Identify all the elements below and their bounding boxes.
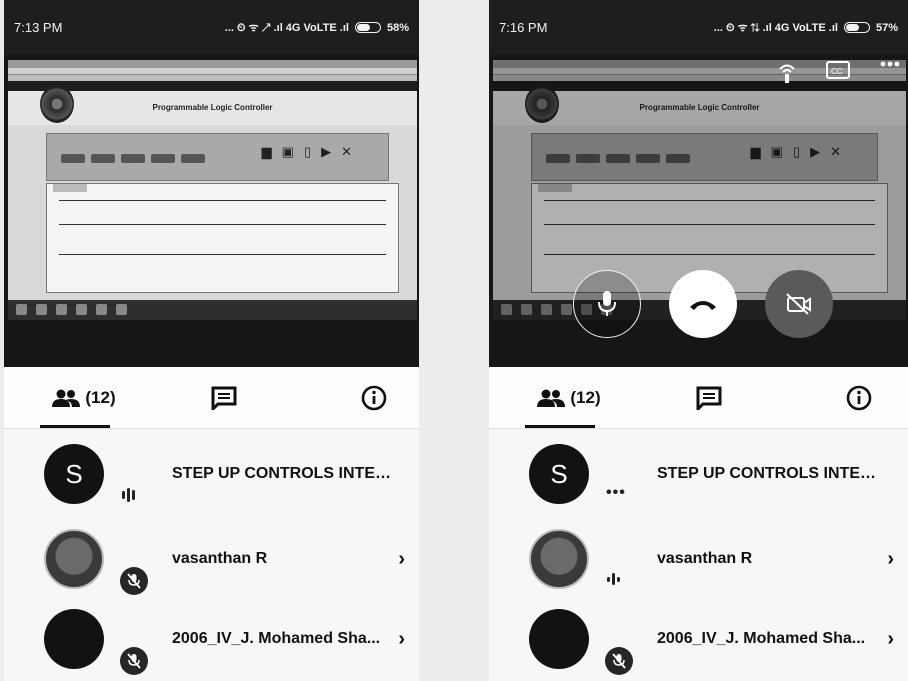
participant-name: 2006_IV_J. Mohamed Sha... [657, 630, 866, 647]
meeting-tabs: (12) [4, 367, 419, 429]
shared-screen-video[interactable]: Programmable Logic Controller ▆ ▣ ▯ ▶ ✕ [4, 55, 419, 367]
audio-idle-icon: ••• [606, 484, 626, 501]
avatar [44, 529, 104, 589]
participant-row[interactable]: 2006_IV_J. Mohamed Sha... › [489, 599, 908, 679]
plc-toolbar: ▆ ▣ ▯ ▶ ✕ [531, 133, 878, 181]
microphone-button[interactable] [573, 270, 641, 338]
camera-toggle-button[interactable] [765, 270, 833, 338]
more-options-icon[interactable] [880, 60, 900, 68]
participant-list: S ••• STEP UP CONTROLS INTERN / I... vas… [489, 429, 908, 681]
people-icon [537, 389, 566, 407]
participant-row[interactable]: vasanthan R › [489, 519, 908, 599]
tab-info[interactable] [344, 367, 404, 429]
shared-screen: Programmable Logic Controller ▆ ▣ ▯ ▶ ✕ [8, 60, 417, 320]
active-tab-indicator [40, 425, 110, 428]
tab-info[interactable] [829, 367, 889, 429]
avatar: S [529, 444, 589, 504]
tab-chat[interactable] [679, 367, 739, 429]
participant-name: vasanthan R [172, 550, 268, 567]
chevron-right-icon[interactable]: › [887, 548, 894, 571]
chevron-right-icon[interactable]: › [398, 628, 405, 651]
video-overlay-controls: CC [778, 60, 900, 84]
end-call-icon [690, 301, 716, 310]
microphone-icon [598, 291, 616, 316]
people-icon [52, 389, 81, 407]
svg-text:CC: CC [831, 67, 843, 76]
people-count: (12) [85, 388, 116, 407]
tab-people[interactable]: (12) [34, 367, 134, 429]
participant-name: STEP UP CONTROLS INTERN / I... [172, 465, 395, 482]
participant-name: STEP UP CONTROLS INTERN / I... [657, 465, 884, 482]
site-title: Programmable Logic Controller [152, 103, 273, 112]
participant-name: 2006_IV_J. Mohamed Sha... [172, 630, 381, 647]
chevron-right-icon[interactable]: › [887, 628, 894, 651]
chat-icon [211, 386, 237, 410]
avatar [529, 609, 589, 669]
status-indicators: ... ⏲ ᯤ ⇅ .ıl 4G VoLTE .ıl 57% [714, 20, 898, 35]
status-bar: 7:16 PM ... ⏲ ᯤ ⇅ .ıl 4G VoLTE .ıl 57% [489, 0, 908, 55]
avatar [44, 609, 104, 669]
battery-icon [354, 22, 381, 33]
status-time: 7:13 PM [14, 20, 63, 35]
end-call-button[interactable] [669, 270, 737, 338]
phone-screen-left: 7:13 PM ... ⏲ ᯤ ↗ .ıl 4G VoLTE .ıl 58% P… [4, 0, 419, 681]
avatar: S [44, 444, 104, 504]
status-bar: 7:13 PM ... ⏲ ᯤ ↗ .ıl 4G VoLTE .ıl 58% [4, 0, 419, 55]
signal-indicators: ... ⏲ ᯤ ⇅ .ıl 4G VoLTE .ıl [713, 22, 838, 34]
audio-level-icon [607, 573, 620, 585]
status-indicators: ... ⏲ ᯤ ↗ .ıl 4G VoLTE .ıl 58% [225, 20, 409, 35]
mic-off-icon [605, 647, 633, 675]
status-time: 7:16 PM [499, 20, 548, 35]
site-title: Programmable Logic Controller [639, 103, 760, 112]
audio-level-icon [122, 488, 135, 502]
participant-row[interactable]: S ••• STEP UP CONTROLS INTERN / I... [489, 434, 908, 514]
participant-name: vasanthan R [657, 550, 753, 567]
battery-percent: 58% [386, 21, 409, 34]
call-controls [489, 270, 908, 340]
active-tab-indicator [525, 425, 595, 428]
captions-icon[interactable]: CC [826, 60, 850, 80]
windows-taskbar [8, 300, 417, 320]
chat-icon [696, 386, 722, 410]
battery-icon [843, 22, 870, 33]
participant-row[interactable]: 2006_IV_J. Mohamed Sha... › [4, 599, 419, 679]
avatar [529, 529, 589, 589]
participant-list: S STEP UP CONTROLS INTERN / I... vasanth… [4, 429, 419, 681]
mic-off-icon [120, 647, 148, 675]
info-icon [361, 385, 387, 411]
tab-chat[interactable] [194, 367, 254, 429]
participant-row[interactable]: vasanthan R › [4, 519, 419, 599]
ladder-editor [46, 183, 399, 293]
phone-screen-right: 7:16 PM ... ⏲ ᯤ ⇅ .ıl 4G VoLTE .ıl 57% P… [489, 0, 908, 681]
info-icon [846, 385, 872, 411]
shared-screen-video[interactable]: Programmable Logic Controller ▆ ▣ ▯ ▶ ✕ [489, 55, 908, 367]
people-count: (12) [570, 388, 601, 407]
participant-row[interactable]: S STEP UP CONTROLS INTERN / I... [4, 434, 419, 514]
camera-off-icon [786, 293, 811, 315]
chevron-right-icon[interactable]: › [398, 548, 405, 571]
plc-toolbar: ▆ ▣ ▯ ▶ ✕ [46, 133, 389, 181]
battery-percent: 57% [875, 21, 898, 34]
mic-off-icon [120, 567, 148, 595]
speaker-icon[interactable] [778, 60, 796, 84]
meeting-tabs: (12) [489, 367, 908, 429]
tab-people[interactable]: (12) [519, 367, 619, 429]
signal-indicators: ... ⏲ ᯤ ↗ .ıl 4G VoLTE .ıl [224, 22, 349, 34]
